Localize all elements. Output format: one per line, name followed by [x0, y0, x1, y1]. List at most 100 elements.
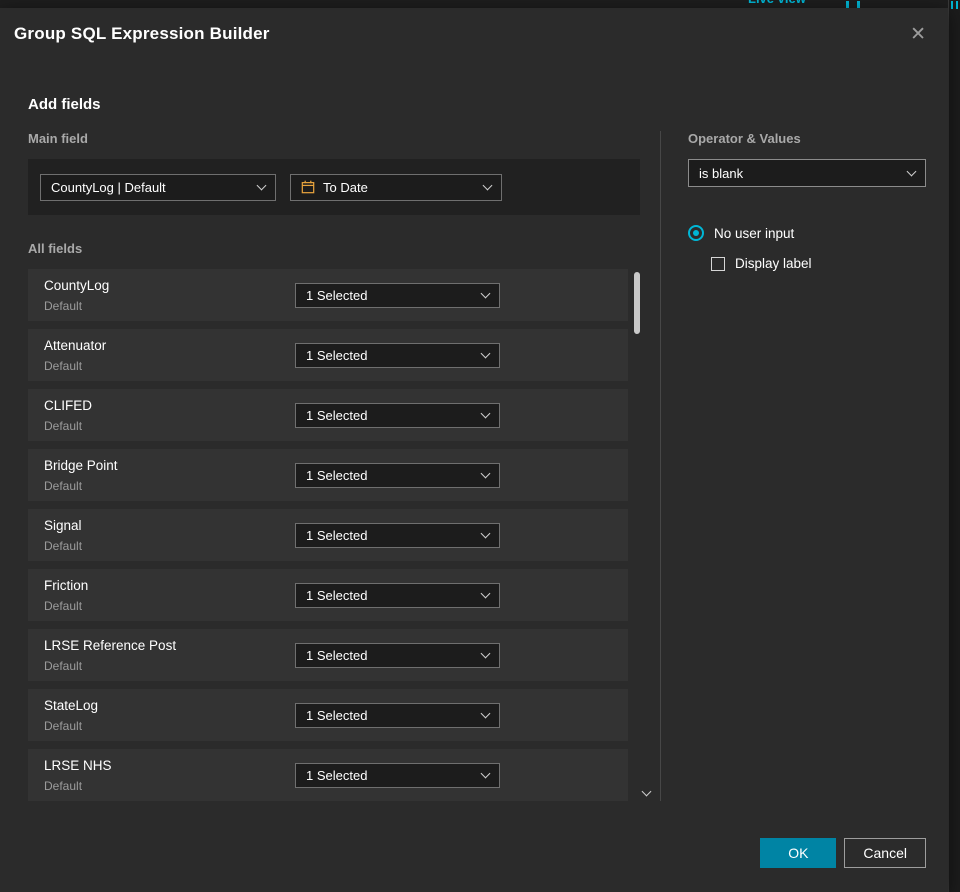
field-selected-dropdown[interactable]: 1 Selected: [295, 642, 500, 668]
field-info: Attenuator Default: [44, 338, 295, 373]
pause-icon: [846, 1, 860, 8]
operator-select-value: is blank: [699, 165, 744, 181]
field-info: Friction Default: [44, 578, 295, 613]
field-selected-dropdown-value: 1 Selected: [306, 287, 368, 303]
field-name: LRSE Reference Post: [44, 637, 177, 653]
all-fields-label: All fields: [28, 241, 83, 256]
checkbox-unchecked-icon: [711, 256, 725, 271]
field-selected-dropdown[interactable]: 1 Selected: [295, 462, 500, 488]
chevron-down-icon: [480, 588, 491, 598]
field-subtitle: Default: [44, 298, 83, 313]
field-name: LRSE NHS: [44, 757, 112, 773]
field-name: Attenuator: [44, 337, 107, 353]
dialog-title: Group SQL Expression Builder: [14, 24, 270, 43]
field-subtitle: Default: [44, 418, 83, 433]
field-subtitle: Default: [44, 598, 83, 613]
field-selected-dropdown-value: 1 Selected: [306, 347, 368, 363]
radio-selected-icon: [688, 225, 704, 241]
operator-values-label: Operator & Values: [688, 131, 801, 146]
close-icon[interactable]: ✕: [906, 23, 930, 46]
field-info: CountyLog Default: [44, 278, 295, 313]
field-selected-dropdown-value: 1 Selected: [306, 467, 368, 483]
field-name: Signal: [44, 517, 82, 533]
field-info: CLIFED Default: [44, 398, 295, 433]
field-info: LRSE NHS Default: [44, 758, 295, 793]
field-info: Signal Default: [44, 518, 295, 553]
chevron-down-icon: [480, 708, 491, 718]
field-selected-dropdown-value: 1 Selected: [306, 767, 368, 783]
chevron-down-icon: [482, 180, 493, 190]
field-name: StateLog: [44, 697, 99, 713]
operator-select[interactable]: is blank: [688, 159, 926, 187]
fields-column: Main field CountyLog | Default To Date A…: [28, 131, 640, 809]
field-info: StateLog Default: [44, 698, 295, 733]
field-selected-dropdown[interactable]: 1 Selected: [295, 522, 500, 548]
display-label-checkbox[interactable]: Display label: [711, 256, 926, 271]
field-selected-dropdown[interactable]: 1 Selected: [295, 762, 500, 788]
field-row: Bridge Point Default 1 Selected: [28, 449, 628, 501]
chevron-down-icon: [480, 768, 491, 778]
main-field-select-value: CountyLog | Default: [51, 179, 166, 195]
chevron-down-icon: [906, 166, 917, 176]
no-user-input-radio[interactable]: No user input: [688, 225, 926, 241]
chevron-down-icon: [480, 648, 491, 658]
field-selected-dropdown-value: 1 Selected: [306, 587, 368, 603]
field-subtitle: Default: [44, 538, 83, 553]
field-info: LRSE Reference Post Default: [44, 638, 295, 673]
calendar-icon: [301, 180, 315, 194]
group-sql-expression-builder-dialog: Group SQL Expression Builder ✕ Add field…: [0, 8, 948, 892]
field-row: CLIFED Default 1 Selected: [28, 389, 628, 441]
toolbar-icon-fragment: [951, 1, 958, 9]
ok-button[interactable]: OK: [760, 838, 837, 868]
chevron-down-icon: [480, 528, 491, 538]
field-selected-dropdown-value: 1 Selected: [306, 527, 368, 543]
field-row: Friction Default 1 Selected: [28, 569, 628, 621]
field-subtitle: Default: [44, 358, 83, 373]
scroll-down-icon[interactable]: [641, 786, 652, 797]
no-user-input-label: No user input: [714, 225, 795, 241]
field-selected-dropdown[interactable]: 1 Selected: [295, 342, 500, 368]
field-name: Bridge Point: [44, 457, 118, 473]
scrollbar[interactable]: [634, 266, 640, 786]
field-row: LRSE NHS Default 1 Selected: [28, 749, 628, 801]
cancel-button[interactable]: Cancel: [844, 838, 926, 868]
live-view-label: Live view: [748, 0, 806, 6]
field-name: CountyLog: [44, 277, 110, 293]
chevron-down-icon: [480, 348, 491, 358]
scrollbar-thumb[interactable]: [634, 272, 640, 334]
field-row: Signal Default 1 Selected: [28, 509, 628, 561]
field-subtitle: Default: [44, 478, 83, 493]
field-subtitle: Default: [44, 778, 83, 793]
chevron-down-icon: [480, 288, 491, 298]
app-background-right-strip: [948, 0, 960, 892]
field-selected-dropdown-value: 1 Selected: [306, 407, 368, 423]
field-selected-dropdown-value: 1 Selected: [306, 707, 368, 723]
field-name: Friction: [44, 577, 89, 593]
chevron-down-icon: [480, 468, 491, 478]
field-selected-dropdown-value: 1 Selected: [306, 647, 368, 663]
chevron-down-icon: [480, 408, 491, 418]
dialog-footer: OK Cancel: [760, 838, 926, 868]
date-type-select[interactable]: To Date: [290, 173, 502, 201]
all-fields-list: CountyLog Default 1 Selected Attenuator …: [28, 269, 640, 801]
field-selected-dropdown[interactable]: 1 Selected: [295, 402, 500, 428]
field-row: Attenuator Default 1 Selected: [28, 329, 628, 381]
date-type-select-value: To Date: [323, 179, 368, 195]
field-subtitle: Default: [44, 658, 83, 673]
display-label-text: Display label: [735, 256, 812, 271]
main-field-group: CountyLog | Default To Date: [28, 159, 640, 215]
add-fields-section-title: Add fields: [28, 96, 101, 113]
field-selected-dropdown[interactable]: 1 Selected: [295, 282, 500, 308]
field-info: Bridge Point Default: [44, 458, 295, 493]
field-selected-dropdown[interactable]: 1 Selected: [295, 582, 500, 608]
vertical-divider: [660, 131, 661, 801]
chevron-down-icon: [256, 180, 267, 190]
field-subtitle: Default: [44, 718, 83, 733]
dialog-header: Group SQL Expression Builder ✕: [0, 8, 948, 60]
main-field-select[interactable]: CountyLog | Default: [40, 173, 276, 201]
field-name: CLIFED: [44, 397, 93, 413]
operator-column: Operator & Values is blank No user input…: [688, 131, 926, 271]
field-selected-dropdown[interactable]: 1 Selected: [295, 702, 500, 728]
field-row: LRSE Reference Post Default 1 Selected: [28, 629, 628, 681]
main-field-label: Main field: [28, 131, 88, 146]
